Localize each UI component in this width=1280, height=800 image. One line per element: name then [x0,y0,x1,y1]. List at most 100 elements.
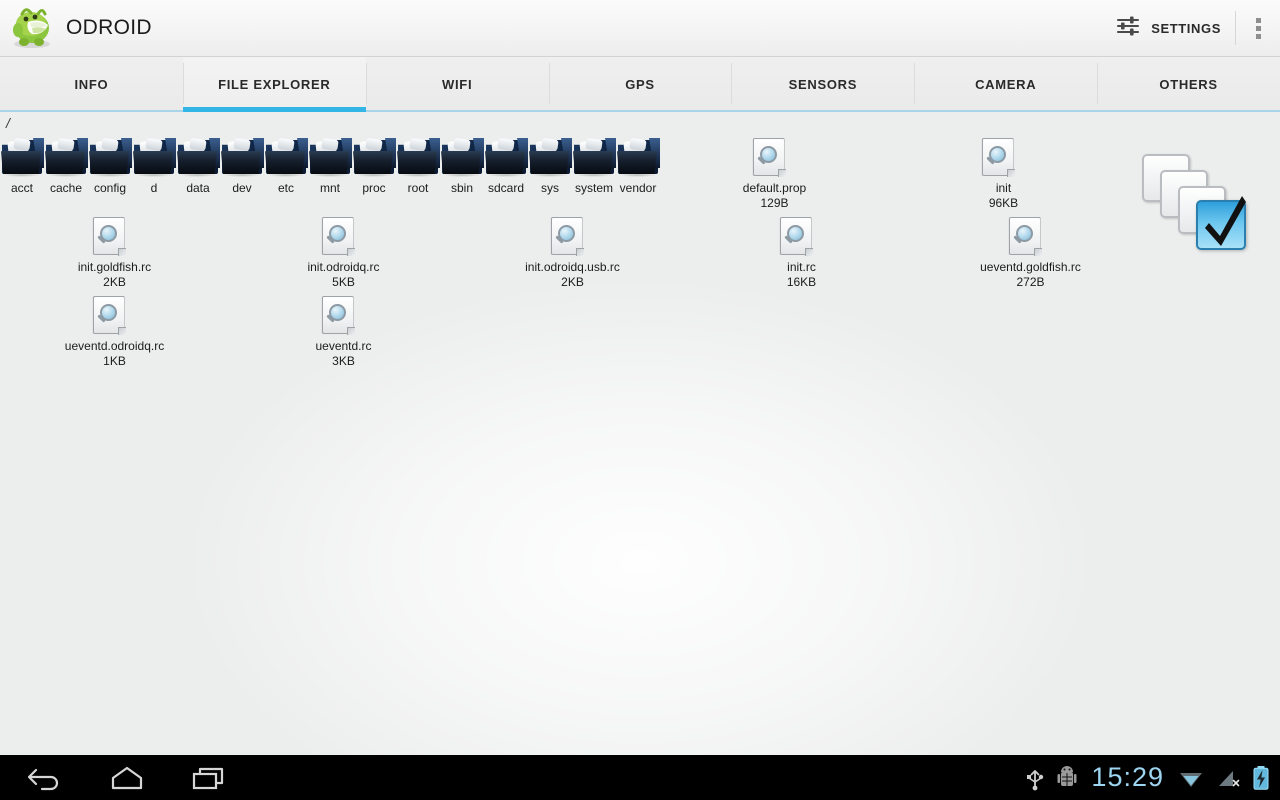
item-icon [550,217,595,257]
status-icons: 15:29 [1025,762,1280,793]
item-name: init.goldfish.rc [77,260,152,274]
file-item[interactable]: ueventd.odroidq.rc 1KB [0,292,229,371]
folder-item[interactable]: data [176,134,220,213]
overflow-menu-icon [1255,17,1261,39]
file-document-icon [92,296,127,336]
item-name: init.rc [787,260,816,274]
item-name: d [150,181,158,195]
file-item[interactable]: init.goldfish.rc 2KB [0,213,229,292]
overflow-menu-button[interactable] [1236,0,1280,57]
checkbox-checked-icon [1196,196,1246,250]
item-icon [616,137,660,178]
item-icon [440,137,484,178]
item-icon [779,217,824,257]
folder-item[interactable]: root [396,134,440,213]
folder-item[interactable]: acct [0,134,44,213]
tab-label: SENSORS [788,77,858,92]
item-size: 129B [760,196,789,210]
folder-item[interactable]: cache [44,134,88,213]
item-icon [308,137,352,178]
item-name: acct [10,181,33,195]
file-document-icon [321,296,356,336]
file-item[interactable]: ueventd.goldfish.rc 272B [916,213,1145,292]
home-icon[interactable] [104,758,150,798]
android-mascot-icon [8,4,58,52]
item-size: 1KB [103,354,126,368]
tab-file-explorer[interactable]: FILE EXPLORER [182,57,366,112]
folder-icon [176,137,220,177]
folder-item[interactable]: proc [352,134,396,213]
folder-item[interactable]: d [132,134,176,213]
select-multiple-icon[interactable] [1142,154,1252,250]
file-item[interactable]: init.odroidq.usb.rc 2KB [458,213,687,292]
item-name: cache [49,181,83,195]
tab-gps[interactable]: GPS [548,57,732,112]
folder-item[interactable]: config [88,134,132,213]
folder-item[interactable]: vendor [616,134,660,213]
back-arrow-icon[interactable] [22,758,68,798]
folder-item[interactable]: sdcard [484,134,528,213]
settings-button[interactable]: SETTINGS [1105,0,1235,57]
item-size: 96KB [988,196,1019,210]
item-icon [396,137,440,178]
recent-apps-icon[interactable] [186,758,232,798]
folder-item[interactable]: mnt [308,134,352,213]
battery-charging-icon[interactable] [1252,765,1270,791]
item-icon [572,137,616,178]
item-icon [321,296,366,336]
tab-camera[interactable]: CAMERA [914,57,1098,112]
android-debug-icon[interactable] [1057,765,1077,791]
file-document-icon [92,217,127,257]
item-icon [321,217,366,257]
item-name: sdcard [487,181,525,195]
item-icon [264,137,308,178]
folder-item[interactable]: system [572,134,616,213]
no-signal-icon[interactable] [1216,767,1240,789]
tab-others[interactable]: OTHERS [1097,57,1280,112]
item-name: init.odroidq.usb.rc [525,260,620,274]
tab-sensors[interactable]: SENSORS [731,57,915,112]
status-clock: 15:29 [1091,762,1164,792]
item-name: ueventd.goldfish.rc [980,260,1081,274]
folder-item[interactable]: sbin [440,134,484,213]
action-bar: ODROID SETTINGS [0,0,1280,57]
folder-item[interactable]: dev [220,134,264,213]
folder-icon [0,137,44,177]
file-document-icon [321,217,356,257]
item-icon [1008,217,1053,257]
wifi-icon[interactable] [1178,767,1204,789]
breadcrumb[interactable]: / [0,112,10,134]
file-item[interactable]: ueventd.rc 3KB [229,292,458,371]
usb-icon[interactable] [1025,765,1045,791]
file-item[interactable]: init 96KB [889,134,1118,213]
item-name: vendor [619,181,657,195]
folder-icon [352,137,396,177]
item-icon [92,296,137,336]
tab-bar: INFO FILE EXPLORER WIFI GPS SENSORS CAMERA OTH… [0,57,1280,112]
item-name: proc [362,181,386,195]
item-name: mnt [319,181,340,195]
item-icon [352,137,396,178]
file-item[interactable]: default.prop 129B [660,134,889,213]
item-name: sys [541,181,559,195]
item-name: root [407,181,429,195]
item-name: sbin [450,181,473,195]
file-item[interactable]: init.rc 16KB [687,213,916,292]
item-name: data [186,181,210,195]
tab-info[interactable]: INFO [0,57,183,112]
file-document-icon [550,217,585,257]
folder-icon [308,137,352,177]
file-item[interactable]: init.odroidq.rc 5KB [229,213,458,292]
folder-icon [572,137,616,177]
item-icon [92,217,137,257]
tab-label: WIFI [442,77,473,92]
item-name: init [995,181,1012,195]
item-icon [176,137,220,178]
tab-label: INFO [74,77,109,92]
folder-icon [88,137,132,177]
item-name: ueventd.rc [315,339,372,353]
item-name: ueventd.odroidq.rc [64,339,165,353]
tab-wifi[interactable]: WIFI [365,57,549,112]
folder-item[interactable]: sys [528,134,572,213]
folder-item[interactable]: etc [264,134,308,213]
